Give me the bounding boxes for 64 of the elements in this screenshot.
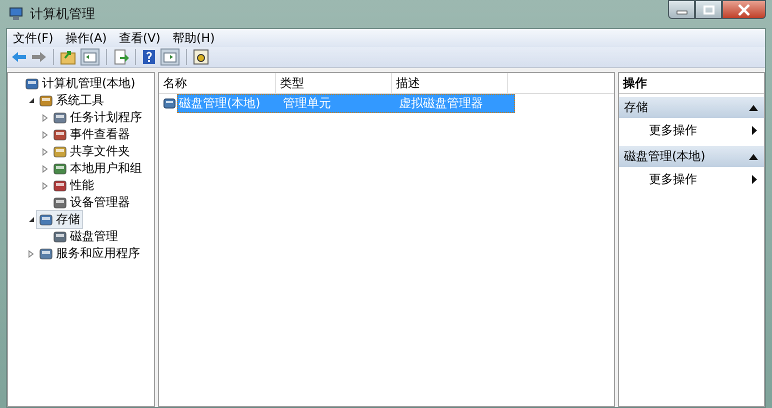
maximize-button[interactable] (695, 0, 722, 19)
up-folder-icon[interactable] (60, 49, 76, 65)
tree-item[interactable]: 任务计划程序 (50, 108, 145, 127)
tree-item[interactable]: 性能 (50, 176, 97, 195)
forward-icon[interactable] (31, 50, 47, 64)
window-title: 计算机管理 (30, 6, 95, 23)
expanded-arrow-icon[interactable] (28, 97, 34, 104)
node-icon (39, 94, 53, 108)
tree-item[interactable]: 磁盘管理 (50, 227, 121, 246)
tree-item[interactable]: 存储 (36, 210, 83, 229)
expanded-arrow-icon[interactable] (28, 216, 34, 223)
back-icon[interactable] (11, 50, 27, 64)
column-header[interactable]: 描述 (392, 73, 508, 93)
tree-item[interactable]: 计算机管理(本地) (22, 74, 138, 93)
action-item[interactable]: 更多操作 (649, 122, 697, 139)
close-button[interactable] (722, 0, 766, 19)
node-icon (53, 162, 67, 176)
collapsed-arrow-icon[interactable] (42, 182, 48, 190)
menu-item[interactable]: 操作(A) (59, 30, 113, 46)
action-pane-icon[interactable] (160, 48, 180, 66)
tree-item[interactable]: 本地用户和组 (50, 159, 145, 178)
menu-item[interactable]: 文件(F) (7, 30, 60, 46)
properties-icon[interactable] (193, 49, 209, 65)
menu-item[interactable]: 查看(V) (112, 30, 166, 46)
tree-item[interactable]: 设备管理器 (50, 193, 133, 212)
submenu-arrow-icon[interactable] (752, 175, 757, 184)
collapsed-arrow-icon[interactable] (42, 130, 48, 138)
action-item[interactable]: 更多操作 (649, 171, 697, 188)
collapse-arrow-icon[interactable] (749, 154, 758, 160)
submenu-arrow-icon[interactable] (752, 126, 757, 135)
table-cell-text: 管理单元 (282, 94, 332, 112)
table-cell-text: 虚拟磁盘管理器 (398, 94, 484, 112)
section-header[interactable]: 磁盘管理(本地) (619, 146, 764, 167)
tree-item[interactable]: 共享文件夹 (50, 142, 133, 161)
node-icon (25, 76, 39, 90)
close-icon (737, 4, 751, 16)
node-icon (53, 144, 67, 158)
node-icon (53, 230, 67, 244)
column-header[interactable]: 名称 (159, 73, 276, 93)
node-icon (39, 212, 53, 226)
collapsed-arrow-icon[interactable] (42, 148, 48, 156)
node-icon (39, 246, 53, 260)
tree-item[interactable]: 服务和应用程序 (36, 244, 143, 263)
collapsed-arrow-icon[interactable] (42, 114, 48, 122)
collapsed-arrow-icon[interactable] (42, 164, 48, 172)
node-icon (53, 128, 67, 142)
collapsed-arrow-icon[interactable] (28, 250, 34, 258)
computer-icon (8, 6, 24, 22)
table-cell-text: 磁盘管理(本地) (178, 94, 262, 112)
collapse-arrow-icon[interactable] (749, 104, 758, 110)
maximize-icon (702, 4, 714, 14)
section-header[interactable]: 存储 (619, 97, 764, 118)
tree-pane-icon[interactable] (80, 48, 100, 66)
pane-title: 操作 (619, 73, 764, 94)
column-header[interactable]: 类型 (276, 73, 392, 93)
node-icon (53, 196, 67, 210)
minimize-button[interactable] (668, 0, 695, 19)
tree-item[interactable]: 系统工具 (36, 91, 107, 110)
help-icon[interactable] (142, 49, 156, 65)
tree-item[interactable]: 事件查看器 (50, 125, 133, 144)
node-icon (53, 178, 67, 192)
node-icon (53, 110, 67, 124)
menu-item[interactable]: 帮助(H) (166, 30, 221, 46)
export-icon[interactable] (113, 49, 129, 65)
